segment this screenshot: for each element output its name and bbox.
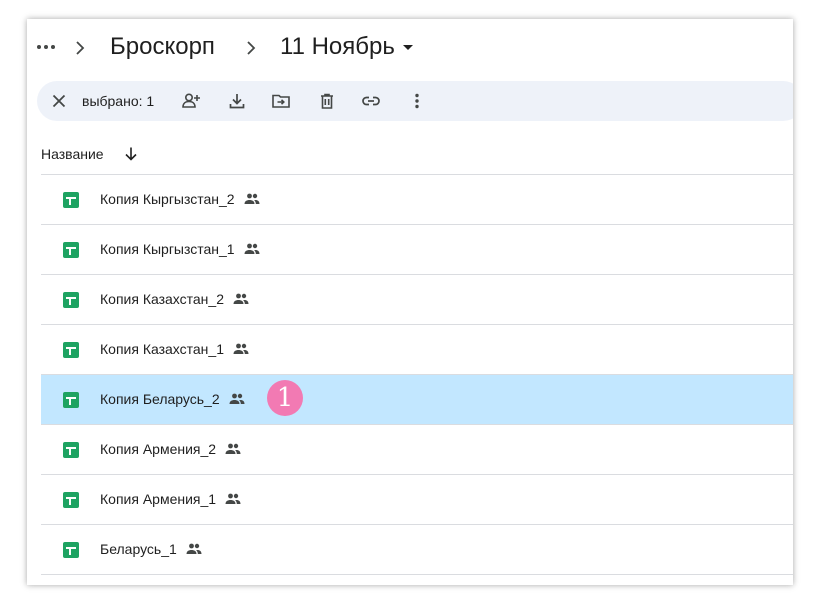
chevron-right-icon xyxy=(76,41,85,55)
google-sheets-icon xyxy=(63,492,79,508)
file-name: Копия Беларусь_2 xyxy=(100,391,220,407)
shared-people-icon xyxy=(244,243,260,254)
shared-people-icon xyxy=(225,493,241,504)
shared-people-icon xyxy=(233,293,249,304)
google-sheets-icon xyxy=(63,542,79,558)
shared-people-icon xyxy=(229,393,245,404)
breadcrumb-current-folder[interactable]: 11 Ноябрь xyxy=(280,32,413,62)
shared-people-icon xyxy=(233,343,249,354)
trash-icon[interactable] xyxy=(317,91,337,111)
file-name: Копия Казахстан_2 xyxy=(100,291,224,307)
more-horiz-icon[interactable] xyxy=(37,41,59,53)
column-header-name[interactable]: Название xyxy=(41,143,140,165)
link-icon[interactable] xyxy=(361,91,381,111)
shared-people-icon xyxy=(225,443,241,454)
google-sheets-icon xyxy=(63,292,79,308)
file-name: Копия Казахстан_1 xyxy=(100,341,224,357)
google-sheets-icon xyxy=(63,192,79,208)
download-icon[interactable] xyxy=(227,91,247,111)
google-sheets-icon xyxy=(63,392,79,408)
selection-toolbar: выбрано: 1 xyxy=(37,81,793,121)
drive-window: Броскорп 11 Ноябрь выбрано: 1 Название К… xyxy=(27,19,793,585)
google-sheets-icon xyxy=(63,442,79,458)
step-marker-badge: 1 xyxy=(267,380,303,416)
file-row[interactable]: Беларусь_1 xyxy=(41,524,793,575)
shared-people-icon xyxy=(244,193,260,204)
arrow-down-icon[interactable] xyxy=(122,145,140,163)
google-sheets-icon xyxy=(63,242,79,258)
breadcrumb: Броскорп 11 Ноябрь xyxy=(27,19,793,77)
file-name: Копия Армения_2 xyxy=(100,441,217,457)
file-row[interactable]: Копия Казахстан_2 xyxy=(41,274,793,324)
file-row[interactable]: Копия Кыргызстан_1 xyxy=(41,224,793,274)
current-folder-label: 11 Ноябрь xyxy=(280,33,395,60)
file-row[interactable]: Копия Армения_1 xyxy=(41,474,793,524)
file-row[interactable]: Копия Кыргызстан_2 xyxy=(41,174,793,224)
file-name: Копия Армения_1 xyxy=(100,491,217,507)
person-add-icon[interactable] xyxy=(181,91,201,111)
file-list: Копия Кыргызстан_2 Копия Кыргызстан_1 Ко… xyxy=(41,174,793,575)
file-row-selected[interactable]: Копия Беларусь_2 1 xyxy=(41,374,793,424)
move-to-folder-icon[interactable] xyxy=(271,91,291,111)
selected-count: выбрано: 1 xyxy=(82,93,155,109)
column-header-label: Название xyxy=(41,146,104,162)
close-icon[interactable] xyxy=(49,91,69,111)
more-vert-icon[interactable] xyxy=(407,91,427,111)
breadcrumb-item-broskorp[interactable]: Броскорп xyxy=(110,32,215,62)
file-row[interactable]: Копия Армения_2 xyxy=(41,424,793,474)
dropdown-caret-icon xyxy=(402,44,413,50)
file-name: Беларусь_1 xyxy=(100,541,177,557)
file-name: Копия Кыргызстан_2 xyxy=(100,191,235,207)
file-row[interactable]: Копия Казахстан_1 xyxy=(41,324,793,374)
google-sheets-icon xyxy=(63,342,79,358)
file-name: Копия Кыргызстан_1 xyxy=(100,241,235,257)
shared-people-icon xyxy=(186,543,202,554)
chevron-right-icon xyxy=(247,41,256,55)
